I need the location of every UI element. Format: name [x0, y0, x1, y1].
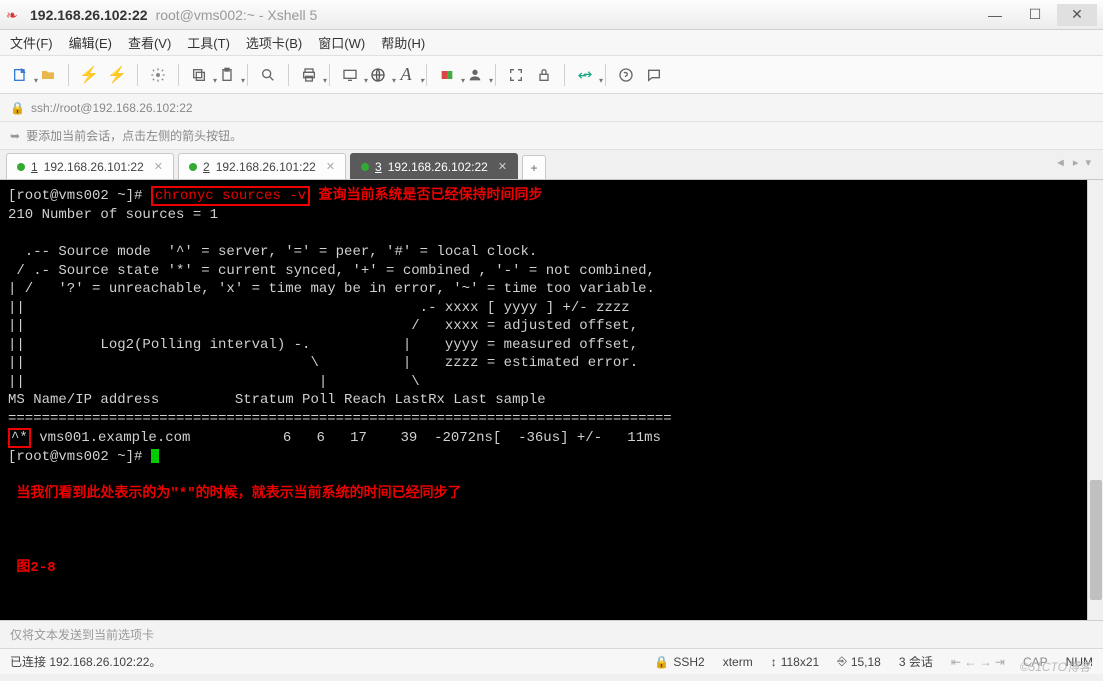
colorscheme-icon[interactable]	[435, 63, 459, 87]
terminal-line: | / '?' = unreachable, 'x' = time may be…	[8, 281, 655, 297]
maximize-button[interactable]: ☐	[1015, 4, 1055, 26]
terminal-line: vms001.example.com 6 6 17 39 -2072ns[ -3…	[31, 430, 661, 446]
tab-label: 192.168.26.101:22	[44, 160, 144, 174]
tab-label: 192.168.26.101:22	[216, 160, 316, 174]
minimize-button[interactable]: —	[975, 4, 1015, 26]
status-connection: 已连接 192.168.26.102:22。	[10, 653, 161, 670]
screen-icon[interactable]	[338, 63, 362, 87]
tab-close-icon[interactable]: ✕	[498, 160, 507, 173]
tabbar: 1 192.168.26.101:22 ✕ 2 192.168.26.101:2…	[0, 150, 1103, 180]
tab-number: 1	[31, 160, 38, 174]
status-protocol: 🔒 SSH2	[654, 655, 704, 669]
transfer-icon[interactable]	[573, 63, 597, 87]
tab-close-icon[interactable]: ✕	[326, 160, 335, 173]
tab-label: 192.168.26.102:22	[388, 160, 488, 174]
highlighted-sync-marker: ^*	[8, 428, 31, 448]
terminal-line: / .- Source state '*' = current synced, …	[8, 263, 655, 279]
terminal-header: MS Name/IP address Stratum Poll Reach La…	[8, 392, 546, 408]
close-button[interactable]: ✕	[1057, 4, 1097, 26]
scrollbar[interactable]	[1087, 180, 1103, 620]
font-icon[interactable]: A	[394, 63, 418, 87]
terminal-area: [root@vms002 ~]# chronyc sources -v 查询当前…	[0, 180, 1103, 620]
print-icon[interactable]	[297, 63, 321, 87]
prompt: [root@vms002 ~]#	[8, 188, 151, 204]
terminal-line: 210 Number of sources = 1	[8, 207, 218, 223]
status-dot-icon	[189, 163, 197, 171]
menu-window[interactable]: 窗口(W)	[318, 33, 365, 52]
annotation-query: 查询当前系统是否已经保持时间同步	[310, 188, 542, 204]
address-url: ssh://root@192.168.26.102:22	[31, 101, 193, 115]
lock-icon[interactable]	[532, 63, 556, 87]
app-icon: ❧	[6, 7, 22, 23]
toolbar: ⚡ ⚡ A	[0, 56, 1103, 94]
terminal-cursor	[151, 449, 159, 463]
terminal-line: || Log2(Polling interval) -. | yyyy = me…	[8, 337, 638, 353]
status-sessions: 3 会话	[899, 653, 933, 670]
copy-icon[interactable]	[187, 63, 211, 87]
annotation-explain: 当我们看到此处表示的为"*"的时候，就表示当前系统的时间已经同步了	[16, 486, 461, 502]
reconnect-icon[interactable]: ⚡	[77, 63, 101, 87]
highlighted-command: chronyc sources -v	[151, 186, 310, 206]
status-termtype: xterm	[723, 655, 753, 669]
addressbar[interactable]: 🔒 ssh://root@192.168.26.102:22	[0, 94, 1103, 122]
watermark: ©51CTO博客	[1020, 658, 1091, 675]
terminal[interactable]: [root@vms002 ~]# chronyc sources -v 查询当前…	[0, 180, 1087, 620]
scrollbar-thumb[interactable]	[1090, 480, 1102, 600]
lock-small-icon: 🔒	[10, 101, 25, 115]
menu-help[interactable]: 帮助(H)	[381, 33, 425, 52]
tab-number: 2	[203, 160, 210, 174]
terminal-line: || | \	[8, 374, 420, 390]
terminal-line: || \ | zzzz = estimated error.	[8, 355, 638, 371]
hintbar: ➥ 要添加当前会话，点击左侧的箭头按钮。	[0, 122, 1103, 150]
terminal-line: || / xxxx = adjusted offset,	[8, 318, 638, 334]
tab-nav-arrows[interactable]: ◄ ▸ ▾	[1055, 156, 1093, 169]
menu-file[interactable]: 文件(F)	[10, 33, 53, 52]
session-tab-1[interactable]: 1 192.168.26.101:22 ✕	[6, 153, 174, 179]
prompt: [root@vms002 ~]#	[8, 449, 151, 465]
compose-placeholder: 仅将文本发送到当前选项卡	[10, 626, 154, 643]
terminal-line: .-- Source mode '^' = server, '=' = peer…	[8, 244, 537, 260]
menu-tabs[interactable]: 选项卡(B)	[246, 33, 302, 52]
window-title-sub: root@vms002:~ - Xshell 5	[156, 7, 318, 23]
help-icon[interactable]	[614, 63, 638, 87]
tab-number: 3	[375, 160, 382, 174]
new-tab-button[interactable]: +	[522, 155, 546, 179]
new-session-icon[interactable]	[8, 63, 32, 87]
disconnect-icon[interactable]: ⚡	[105, 63, 129, 87]
status-size: ↕ 118x21	[771, 655, 819, 669]
titlebar: ❧ 192.168.26.102:22 root@vms002:~ - Xshe…	[0, 0, 1103, 30]
menu-view[interactable]: 查看(V)	[128, 33, 171, 52]
status-nav[interactable]: ⇤ ← → ⇥	[951, 655, 1005, 669]
menu-edit[interactable]: 编辑(E)	[69, 33, 112, 52]
menubar: 文件(F) 编辑(E) 查看(V) 工具(T) 选项卡(B) 窗口(W) 帮助(…	[0, 30, 1103, 56]
fullscreen-icon[interactable]	[504, 63, 528, 87]
session-tab-3[interactable]: 3 192.168.26.102:22 ✕	[350, 153, 518, 179]
status-cursor-pos: ⎆ 15,18	[837, 654, 881, 669]
chat-icon[interactable]	[642, 63, 666, 87]
menu-tools[interactable]: 工具(T)	[187, 33, 230, 52]
user-icon[interactable]	[463, 63, 487, 87]
terminal-line: || .- xxxx [ yyyy ] +/- zzzz	[8, 300, 630, 316]
session-tab-2[interactable]: 2 192.168.26.101:22 ✕	[178, 153, 346, 179]
compose-input[interactable]: 仅将文本发送到当前选项卡	[0, 620, 1103, 648]
open-icon[interactable]	[36, 63, 60, 87]
properties-icon[interactable]	[146, 63, 170, 87]
hint-arrow-icon[interactable]: ➥	[10, 129, 20, 143]
hint-text: 要添加当前会话，点击左侧的箭头按钮。	[26, 127, 242, 144]
tab-close-icon[interactable]: ✕	[154, 160, 163, 173]
globe-icon[interactable]	[366, 63, 390, 87]
statusbar: 已连接 192.168.26.102:22。 🔒 SSH2 xterm ↕ 11…	[0, 648, 1103, 674]
status-dot-icon	[17, 163, 25, 171]
figure-label: 图2-8	[16, 560, 55, 576]
terminal-divider: ========================================…	[8, 411, 672, 427]
window-title-main: 192.168.26.102:22	[30, 7, 148, 23]
paste-icon[interactable]	[215, 63, 239, 87]
status-dot-icon	[361, 163, 369, 171]
find-icon[interactable]	[256, 63, 280, 87]
